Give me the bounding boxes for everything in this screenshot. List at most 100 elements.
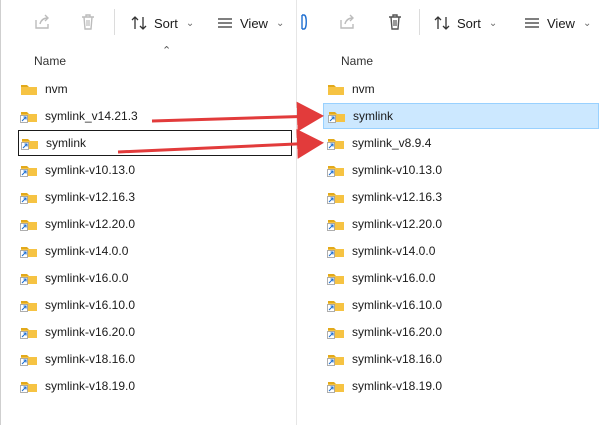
left-toolbar: Sort ⌄ View ⌄ <box>0 0 296 46</box>
chevron-down-icon: ⌄ <box>582 17 592 29</box>
file-row-label: symlink-v14.0.0 <box>352 244 436 258</box>
file-row-label: symlink-v16.20.0 <box>45 325 136 339</box>
folder-shortcut-icon <box>327 217 345 231</box>
folder-shortcut-icon <box>20 379 38 393</box>
folder-icon <box>327 82 345 96</box>
file-row[interactable]: symlink_v14.21.3 <box>0 103 296 129</box>
file-row-label: symlink-v12.20.0 <box>352 217 443 231</box>
file-row[interactable]: symlink-v16.10.0 <box>0 292 296 318</box>
sort-icon <box>434 16 450 30</box>
file-row[interactable]: symlink-v10.13.0 <box>297 157 602 183</box>
view-label: View <box>547 15 575 31</box>
sort-ascending-indicator: ⌃ <box>162 45 172 57</box>
view-button[interactable]: View ⌄ <box>523 12 591 34</box>
file-row[interactable]: symlink-v16.20.0 <box>297 319 602 345</box>
folder-shortcut-icon <box>20 109 38 123</box>
file-row-label: symlink-v16.0.0 <box>45 271 129 285</box>
file-row[interactable]: symlink-v12.16.3 <box>297 184 602 210</box>
folder-shortcut-icon <box>327 271 345 285</box>
sort-button[interactable]: Sort ⌄ <box>130 12 194 34</box>
delete-icon[interactable] <box>385 12 405 32</box>
name-column-label[interactable]: Name <box>34 54 66 68</box>
file-row[interactable]: symlink-v12.16.3 <box>0 184 296 210</box>
chevron-down-icon: ⌄ <box>488 17 498 29</box>
file-row-label: symlink-v12.20.0 <box>45 217 136 231</box>
name-column-label[interactable]: Name <box>341 54 373 68</box>
file-row[interactable]: symlink-v16.20.0 <box>0 319 296 345</box>
share-icon[interactable] <box>32 12 52 32</box>
file-row[interactable]: symlink-v18.16.0 <box>0 346 296 372</box>
file-row-label: symlink <box>46 136 87 150</box>
folder-shortcut-icon <box>327 379 345 393</box>
file-row-label: symlink-v14.0.0 <box>45 244 129 258</box>
file-row[interactable]: symlink-v18.19.0 <box>0 373 296 399</box>
file-row-label: symlink-v18.19.0 <box>45 379 136 393</box>
folder-shortcut-icon <box>327 352 345 366</box>
file-row[interactable]: nvm <box>0 76 296 102</box>
right-file-pane: Sort ⌄ View ⌄ Name nvm symlink symlink_v8.… <box>296 0 602 425</box>
file-row-label: symlink-v16.10.0 <box>45 298 136 312</box>
file-row[interactable]: symlink-v14.0.0 <box>297 238 602 264</box>
view-label: View <box>240 15 268 31</box>
folder-shortcut-icon <box>328 109 346 123</box>
sort-label: Sort <box>154 15 178 31</box>
file-row-label: symlink-v10.13.0 <box>45 163 136 177</box>
file-row[interactable]: symlink <box>18 130 292 156</box>
file-row[interactable]: symlink_v8.9.4 <box>297 130 602 156</box>
file-row[interactable]: symlink-v14.0.0 <box>0 238 296 264</box>
folder-shortcut-icon <box>20 163 38 177</box>
file-row[interactable]: symlink-v10.13.0 <box>0 157 296 183</box>
folder-shortcut-icon <box>21 136 39 150</box>
chevron-down-icon: ⌄ <box>185 17 195 29</box>
file-row-label: symlink-v18.19.0 <box>352 379 443 393</box>
toolbar-divider <box>114 9 115 35</box>
folder-shortcut-icon <box>20 325 38 339</box>
folder-icon <box>20 82 38 96</box>
chevron-down-icon: ⌄ <box>275 17 285 29</box>
sort-button[interactable]: Sort ⌄ <box>433 12 497 34</box>
column-header[interactable]: ⌃ Name <box>0 45 296 72</box>
right-toolbar: Sort ⌄ View ⌄ <box>297 0 602 46</box>
left-file-pane: Sort ⌄ View ⌄ ⌃ Name nvm symlink_v14.21.3… <box>0 0 296 425</box>
folder-shortcut-icon <box>20 298 38 312</box>
folder-shortcut-icon <box>20 271 38 285</box>
sort-icon <box>131 16 147 30</box>
file-row-label: symlink-v18.16.0 <box>45 352 136 366</box>
folder-shortcut-icon <box>20 217 38 231</box>
file-row-label: symlink-v10.13.0 <box>352 163 443 177</box>
folder-shortcut-icon <box>20 190 38 204</box>
file-row[interactable]: symlink-v16.0.0 <box>0 265 296 291</box>
file-row[interactable]: symlink-v12.20.0 <box>297 211 602 237</box>
file-row[interactable]: symlink-v18.19.0 <box>297 373 602 399</box>
folder-shortcut-icon <box>327 325 345 339</box>
folder-shortcut-icon <box>327 163 345 177</box>
view-icon <box>525 18 539 28</box>
file-row-label: symlink-v16.10.0 <box>352 298 443 312</box>
copy-icon[interactable] <box>298 12 318 32</box>
file-row-label: symlink_v8.9.4 <box>352 136 432 150</box>
share-icon[interactable] <box>337 12 357 32</box>
toolbar-divider <box>419 9 420 35</box>
file-row-label: symlink-v16.0.0 <box>352 271 436 285</box>
file-row[interactable]: symlink-v12.20.0 <box>0 211 296 237</box>
delete-icon[interactable] <box>78 12 98 32</box>
file-row-label: nvm <box>45 82 68 96</box>
file-row-label: symlink-v18.16.0 <box>352 352 443 366</box>
folder-shortcut-icon <box>327 136 345 150</box>
file-row[interactable]: symlink <box>323 103 599 129</box>
file-row[interactable]: symlink-v16.0.0 <box>297 265 602 291</box>
folder-shortcut-icon <box>327 244 345 258</box>
sort-label: Sort <box>457 15 481 31</box>
folder-shortcut-icon <box>20 244 38 258</box>
file-row-label: symlink-v12.16.3 <box>45 190 136 204</box>
file-row[interactable]: nvm <box>297 76 602 102</box>
view-button[interactable]: View ⌄ <box>216 12 284 34</box>
file-row-label: symlink_v14.21.3 <box>45 109 138 123</box>
view-icon <box>218 18 232 28</box>
file-row[interactable]: symlink-v16.10.0 <box>297 292 602 318</box>
file-row[interactable]: symlink-v18.16.0 <box>297 346 602 372</box>
file-row-label: nvm <box>352 82 375 96</box>
folder-shortcut-icon <box>20 352 38 366</box>
column-header[interactable]: Name <box>297 46 602 72</box>
folder-shortcut-icon <box>327 190 345 204</box>
